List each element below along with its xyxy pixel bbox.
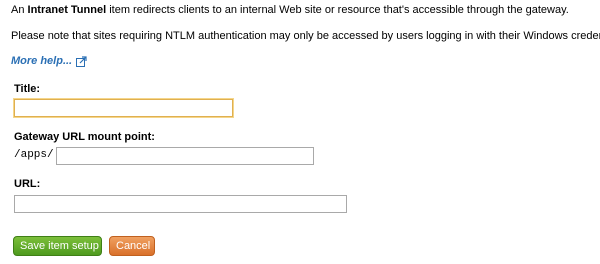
title-label: Title: bbox=[14, 83, 41, 95]
intro-item-type: Intranet Tunnel bbox=[27, 4, 107, 16]
save-item-setup-button[interactable]: Save item setup bbox=[13, 236, 102, 256]
more-help-label: More help... bbox=[11, 55, 73, 67]
ntlm-note: Please note that sites requiring NTLM au… bbox=[11, 30, 600, 42]
title-input[interactable] bbox=[14, 99, 233, 117]
mount-point-label: Gateway URL mount point: bbox=[14, 131, 155, 143]
mount-point-input[interactable] bbox=[56, 147, 314, 165]
external-link-icon bbox=[76, 55, 87, 67]
url-input[interactable] bbox=[14, 195, 347, 213]
intro-prefix: An bbox=[11, 4, 28, 16]
cancel-button[interactable]: Cancel bbox=[109, 236, 155, 256]
intro-suffix: item redirects clients to an internal We… bbox=[106, 4, 569, 16]
more-help-link[interactable]: More help... bbox=[11, 55, 87, 67]
mount-point-prefix: /apps/ bbox=[14, 149, 54, 161]
url-label: URL: bbox=[14, 178, 41, 190]
intro-text: An Intranet Tunnel item redirects client… bbox=[11, 4, 569, 16]
